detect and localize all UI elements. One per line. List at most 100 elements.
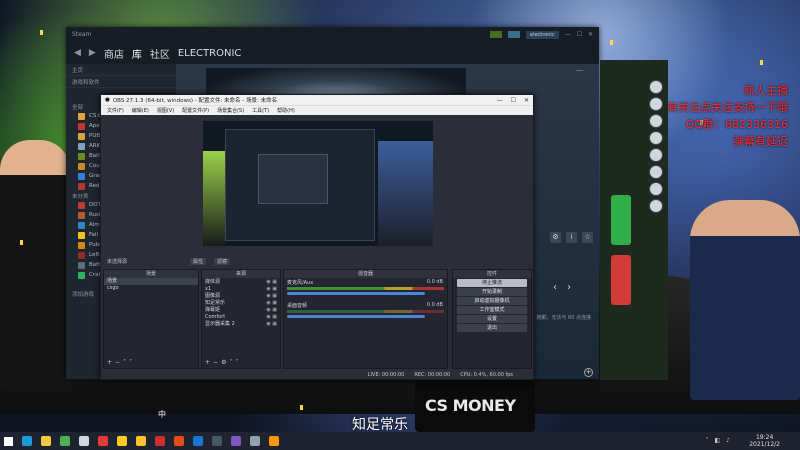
nav-community[interactable]: 社区 <box>150 46 170 61</box>
add-icon[interactable]: + <box>107 359 115 366</box>
volume-slider[interactable] <box>287 292 426 295</box>
visibility-lock-icon[interactable]: ◉ ▣ <box>266 286 277 292</box>
volume-icon[interactable]: ♪ <box>726 437 730 444</box>
studio-mode-button[interactable]: 工作室模式 <box>457 306 527 314</box>
source-item[interactable]: 媒体源 ◉ ▣ <box>202 278 280 286</box>
game-icon <box>78 132 85 140</box>
visibility-lock-icon[interactable]: ◉ ▣ <box>266 307 277 313</box>
maximize-icon[interactable]: ☐ <box>577 31 582 38</box>
down-icon[interactable]: ˅ <box>235 359 241 366</box>
visibility-lock-icon[interactable]: ◉ ▣ <box>266 321 277 327</box>
source-item[interactable]: x1 ◉ ▣ <box>202 285 280 292</box>
menu-file[interactable]: 文件(F) <box>107 107 124 114</box>
app-icon[interactable] <box>79 436 89 446</box>
menu-edit[interactable]: 编辑(E) <box>132 107 149 114</box>
mixer-track-desktop: 桌面音频 0.0 dB <box>284 301 447 320</box>
app4-icon[interactable] <box>174 436 184 446</box>
folder-icon[interactable] <box>41 436 51 446</box>
close-icon[interactable]: ✕ <box>524 97 529 104</box>
app-tile-green[interactable] <box>611 195 631 245</box>
forward-arrow-icon[interactable]: ▶ <box>89 48 96 58</box>
maximize-icon[interactable]: ☐ <box>511 97 516 104</box>
volume-slider[interactable] <box>287 315 426 318</box>
app3-icon[interactable] <box>136 436 146 446</box>
visibility-lock-icon[interactable]: ◉ ▣ <box>266 293 277 299</box>
app7-icon[interactable] <box>269 436 279 446</box>
avatar[interactable] <box>649 131 663 145</box>
avatar[interactable] <box>649 182 663 196</box>
collapse-icon[interactable]: — <box>576 66 583 74</box>
scene-item[interactable]: 场景 <box>104 278 198 285</box>
source-name: 弹幕姬 <box>205 307 221 313</box>
sidebar-filter[interactable]: 游戏和软件 <box>66 76 176 88</box>
properties-button[interactable]: 属性 <box>190 257 207 265</box>
network-icon[interactable]: ◧ <box>714 437 720 444</box>
game-icon[interactable] <box>98 436 108 446</box>
menu-help[interactable]: 帮助(H) <box>277 107 295 114</box>
app-tile-red[interactable] <box>611 255 631 305</box>
avatar[interactable] <box>649 165 663 179</box>
menu-tools[interactable]: 工具(T) <box>252 107 269 114</box>
start-icon[interactable] <box>4 436 13 446</box>
steam-friends-badge[interactable] <box>490 31 502 38</box>
menu-view[interactable]: 视图(V) <box>157 107 174 114</box>
nav-store[interactable]: 商店 <box>104 46 124 61</box>
add-icon[interactable]: + <box>584 368 593 377</box>
chevron-up-icon[interactable]: ˄ <box>705 437 708 444</box>
minimize-icon[interactable]: — <box>497 97 503 104</box>
scene-item[interactable]: csgo <box>104 285 198 292</box>
obs-icon[interactable] <box>212 436 222 446</box>
mixer-panel: 混音器 麦克风/Aux 0.0 dB 桌面音频 0.0 dB <box>283 269 448 369</box>
obs-preview[interactable] <box>203 121 433 246</box>
visibility-lock-icon[interactable]: ◉ ▣ <box>266 300 277 306</box>
source-item[interactable]: 弹幕姬 ◉ ▣ <box>202 306 280 314</box>
menu-profile[interactable]: 配置文件(P) <box>182 107 209 114</box>
source-item[interactable]: 图像源 ◉ ▣ <box>202 292 280 300</box>
clock[interactable]: 19:24 2021/12/2 <box>749 434 780 448</box>
visibility-lock-icon[interactable]: ◉ ▣ <box>266 279 277 285</box>
close-icon[interactable]: ✕ <box>588 31 593 38</box>
exit-button[interactable]: 退出 <box>457 324 527 332</box>
star-icon[interactable]: ☆ <box>582 232 593 243</box>
nav-profile[interactable]: ELECTRONIC <box>178 48 242 59</box>
nav-library[interactable]: 库 <box>132 46 142 61</box>
info-icon[interactable]: i <box>566 232 577 243</box>
settings-icon[interactable]: ⚙ <box>550 232 561 243</box>
steam-user-menu[interactable]: electronic <box>526 30 559 39</box>
source-item[interactable]: Comfort ◉ ▣ <box>202 313 280 320</box>
source-item[interactable]: 知足常乐 ◉ ▣ <box>202 299 280 307</box>
virtual-camera-button[interactable]: 启动虚拟摄像机 <box>457 297 527 305</box>
app5-icon[interactable] <box>231 436 241 446</box>
app6-icon[interactable] <box>250 436 260 446</box>
obs-window[interactable]: ● OBS 27.1.3 (64-bit, windows) - 配置文件: 未… <box>100 94 534 380</box>
remove-icon[interactable]: − <box>115 359 123 366</box>
steam-notify-badge[interactable] <box>508 31 520 38</box>
start-recording-button[interactable]: 开始录制 <box>457 288 527 296</box>
sidebar-home[interactable]: 主页 <box>66 64 176 76</box>
avatar[interactable] <box>649 199 663 213</box>
add-icon[interactable]: + <box>205 359 213 366</box>
steam-icon[interactable] <box>22 436 32 446</box>
prev-icon[interactable]: ‹ <box>553 282 567 293</box>
game-icon <box>78 122 85 130</box>
menu-scene-collection[interactable]: 场景集合(S) <box>217 107 244 114</box>
source-item[interactable]: 显示器采集 2 ◉ ▣ <box>202 320 280 328</box>
chrome-icon[interactable] <box>60 436 70 446</box>
filters-button[interactable]: 滤镜 <box>214 257 231 265</box>
netease-icon[interactable] <box>155 436 165 446</box>
steam2-icon[interactable] <box>193 436 203 446</box>
stop-stream-button[interactable]: 停止推流 <box>457 279 527 287</box>
app2-icon[interactable] <box>117 436 127 446</box>
avatar[interactable] <box>649 80 663 94</box>
remove-icon[interactable]: − <box>213 359 221 366</box>
avatar[interactable] <box>649 148 663 162</box>
down-icon[interactable]: ˅ <box>129 359 135 366</box>
settings-button[interactable]: 设置 <box>457 315 527 323</box>
back-arrow-icon[interactable]: ◀ <box>74 48 81 58</box>
avatar[interactable] <box>649 114 663 128</box>
avatar[interactable] <box>649 97 663 111</box>
ime-label[interactable]: 中 <box>158 409 166 420</box>
minimize-icon[interactable]: — <box>565 31 571 38</box>
next-icon[interactable]: › <box>567 282 581 293</box>
visibility-lock-icon[interactable]: ◉ ▣ <box>266 314 277 320</box>
